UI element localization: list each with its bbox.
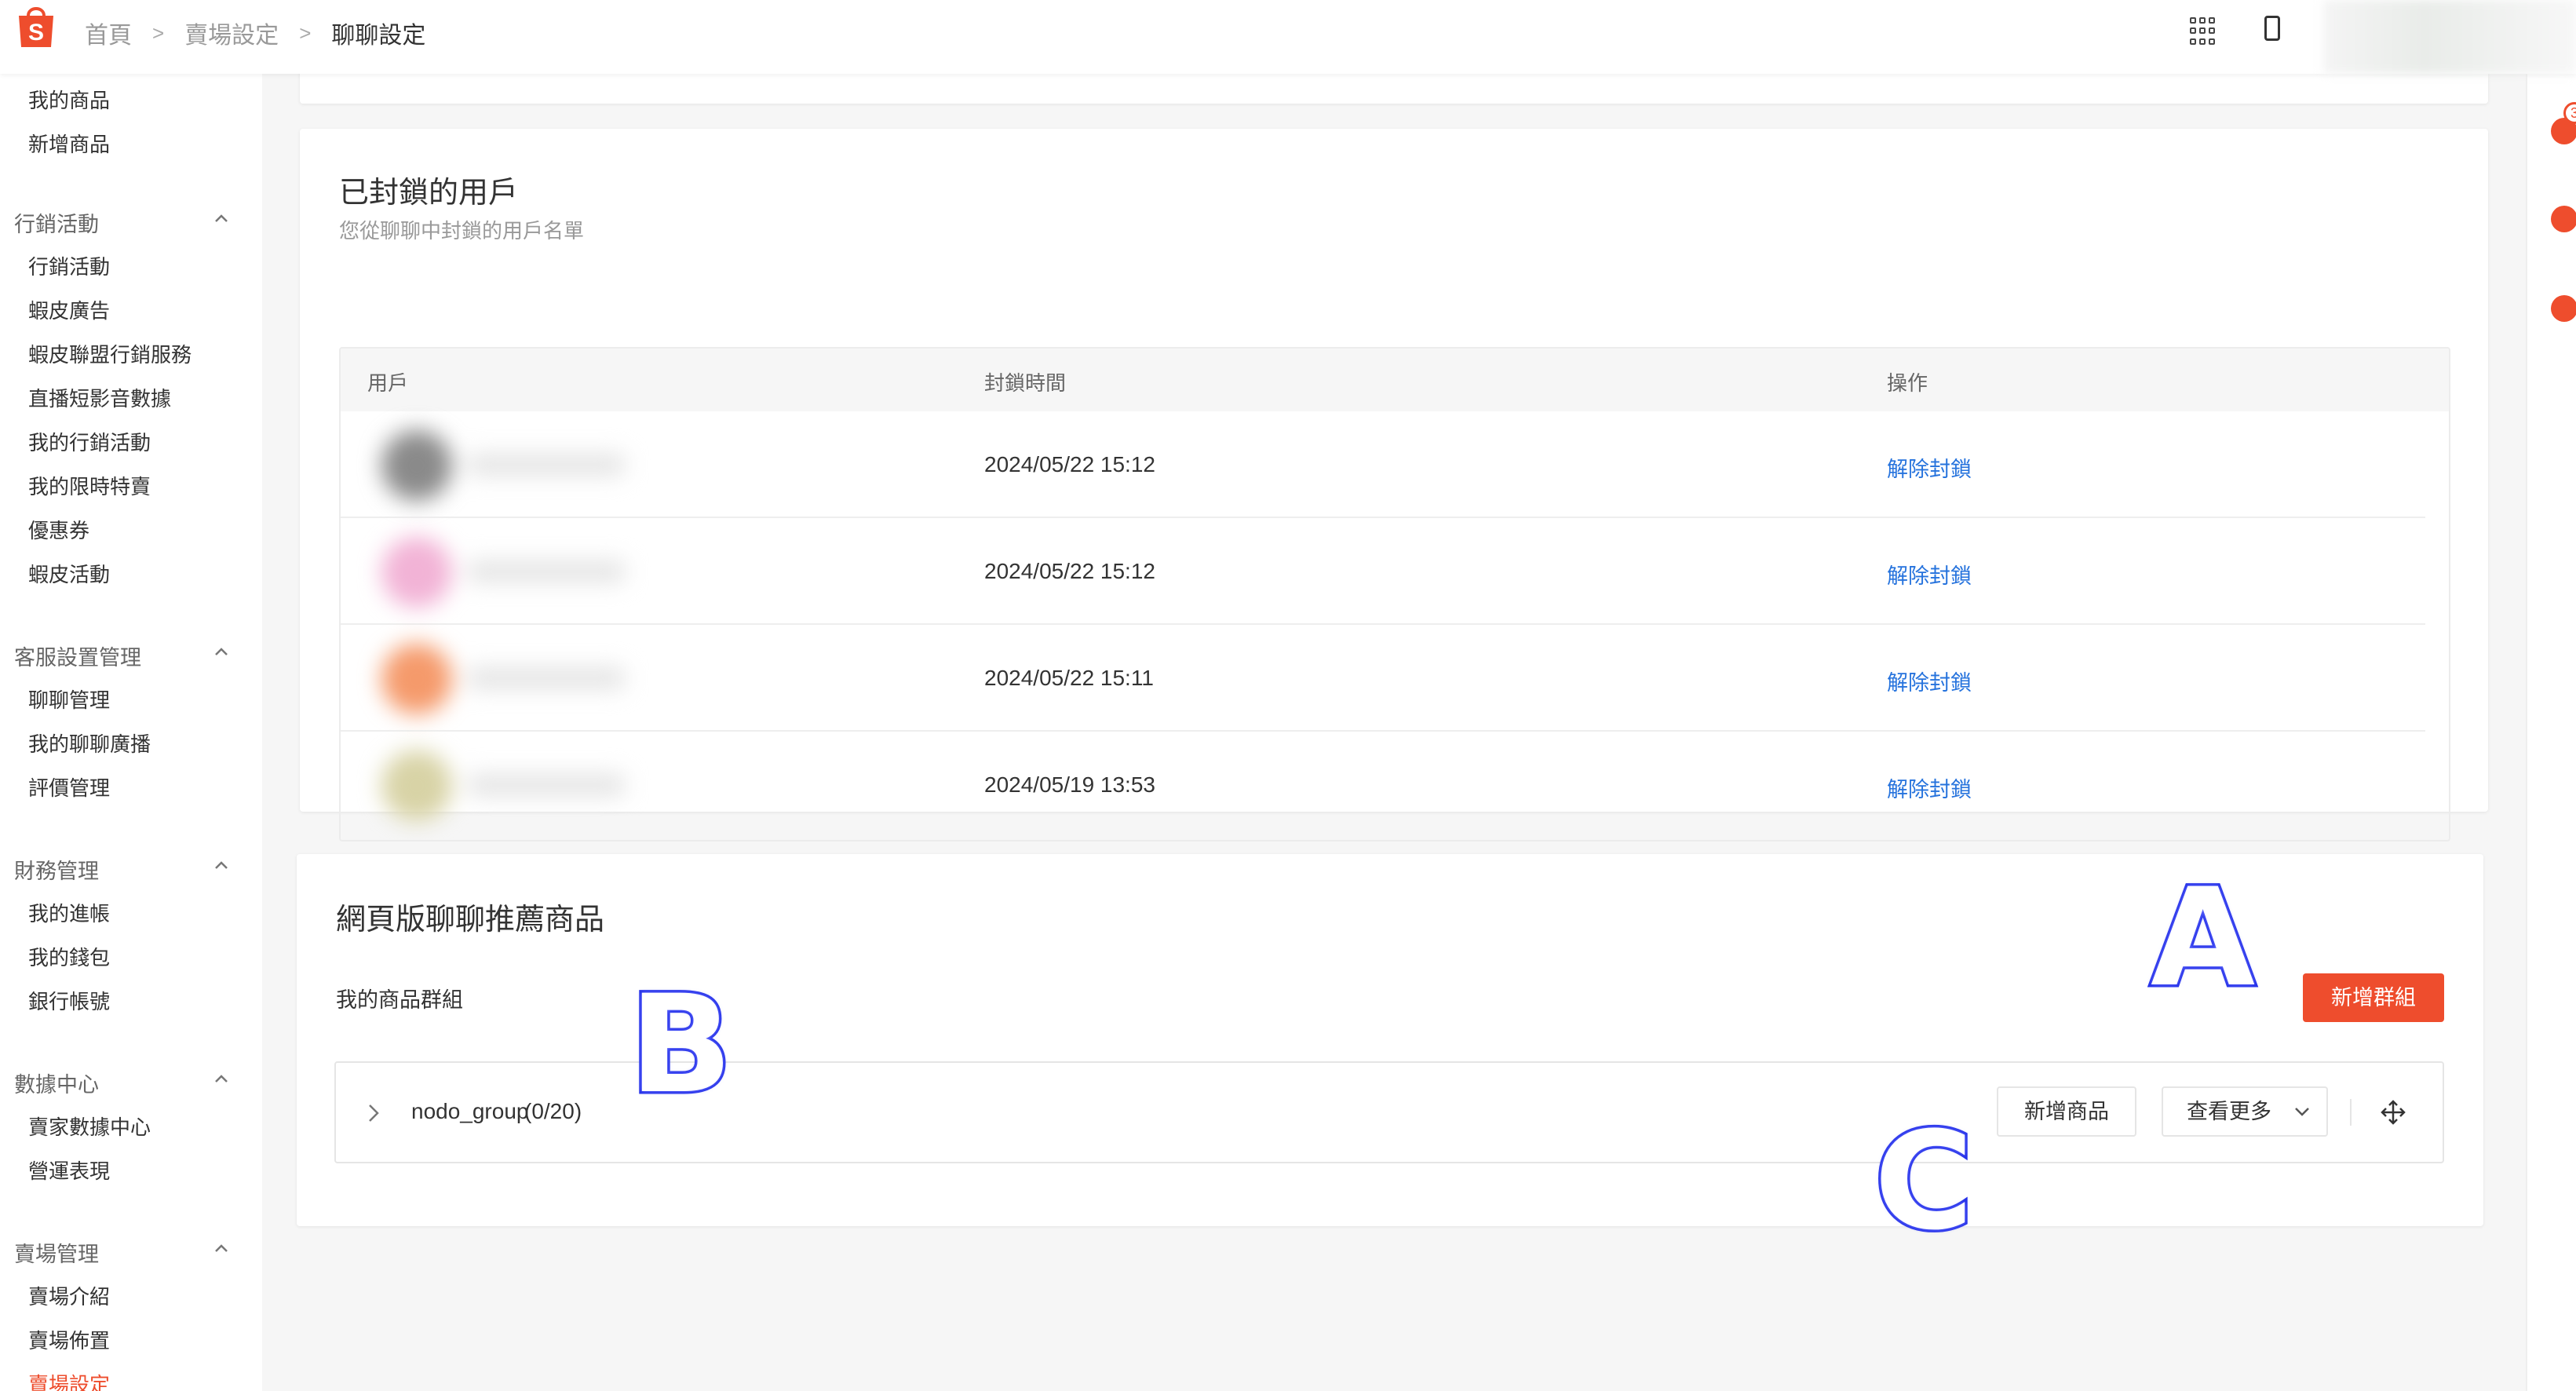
column-header-user: 用戶 bbox=[367, 371, 409, 395]
blocked-time: 2024/05/19 13:53 bbox=[984, 772, 1155, 797]
annotation-label-a: A bbox=[2147, 856, 2257, 1020]
table-row: 2024/05/19 13:53 解除封鎖 bbox=[341, 732, 2449, 838]
blocked-time: 2024/05/22 15:12 bbox=[984, 452, 1155, 476]
sidebar-item-shopee-events[interactable]: 蝦皮活動 bbox=[28, 559, 110, 588]
sidebar-item-shop-decoration[interactable]: 賣場佈置 bbox=[28, 1325, 110, 1354]
chevron-up-icon[interactable] bbox=[213, 644, 229, 659]
sidebar-item-vouchers[interactable]: 優惠券 bbox=[28, 515, 89, 544]
chevron-down-icon bbox=[2295, 1108, 2309, 1116]
chevron-up-icon[interactable] bbox=[213, 1240, 229, 1256]
sidebar-item-marketing[interactable]: 行銷活動 bbox=[28, 251, 110, 280]
svg-text:S: S bbox=[28, 20, 44, 46]
sidebar: 我的商品 新增商品 行銷活動 行銷活動 蝦皮廣告 蝦皮聯盟行銷服務 直播短影音數… bbox=[0, 74, 262, 1391]
right-rail: 3 bbox=[2526, 74, 2576, 1391]
sidebar-item-reviews[interactable]: 評價管理 bbox=[28, 772, 110, 801]
group-count: (0/20) bbox=[524, 1099, 582, 1123]
table-row: 2024/05/22 15:12 解除封鎖 bbox=[341, 411, 2449, 518]
web-recommend-title: 網頁版聊聊推薦商品 bbox=[336, 904, 605, 936]
blocked-users-title: 已封鎖的用戶 bbox=[339, 177, 519, 210]
chevron-up-icon[interactable] bbox=[213, 857, 229, 873]
sidebar-item-flash-sale[interactable]: 我的限時特賣 bbox=[28, 471, 151, 500]
avatar bbox=[381, 430, 452, 501]
chevron-right-icon[interactable] bbox=[366, 1102, 381, 1124]
annotation-label-b: B bbox=[626, 963, 735, 1126]
sidebar-item-chat-broadcast[interactable]: 我的聊聊廣播 bbox=[28, 728, 151, 758]
sidebar-item-my-products[interactable]: 我的商品 bbox=[28, 85, 110, 114]
sidebar-group-marketing[interactable]: 行銷活動 bbox=[14, 207, 99, 238]
breadcrumb-shop-settings[interactable]: 賣場設定 bbox=[184, 16, 279, 50]
blocked-time: 2024/05/22 15:12 bbox=[984, 559, 1155, 583]
sidebar-item-bank-account[interactable]: 銀行帳號 bbox=[28, 986, 110, 1015]
add-product-button[interactable]: 新增商品 bbox=[1997, 1086, 2136, 1137]
account-area-blurred[interactable] bbox=[2323, 0, 2576, 74]
chevron-up-icon[interactable] bbox=[213, 1071, 229, 1086]
annotation-label-c: C bbox=[1871, 1100, 1976, 1263]
user-cell-blurred[interactable] bbox=[350, 526, 821, 617]
mobile-icon[interactable] bbox=[2264, 16, 2280, 41]
sidebar-group-shop-management[interactable]: 賣場管理 bbox=[14, 1237, 99, 1268]
group-name[interactable]: nodo_group bbox=[411, 1099, 528, 1124]
column-header-blocked-time: 封鎖時間 bbox=[984, 371, 1067, 395]
chat-icon[interactable] bbox=[2551, 295, 2576, 322]
view-more-label: 查看更多 bbox=[2187, 1100, 2271, 1123]
divider bbox=[2350, 1099, 2352, 1126]
sidebar-item-shop-profile[interactable]: 賣場介紹 bbox=[28, 1281, 110, 1310]
breadcrumb-home[interactable]: 首頁 bbox=[85, 16, 132, 50]
sidebar-item-performance[interactable]: 營運表現 bbox=[28, 1156, 110, 1185]
table-row: 2024/05/22 15:12 解除封鎖 bbox=[341, 518, 2449, 625]
view-more-dropdown[interactable]: 查看更多 bbox=[2162, 1086, 2328, 1137]
sidebar-item-my-campaigns[interactable]: 我的行銷活動 bbox=[28, 427, 151, 456]
chevron-right-icon: > bbox=[299, 20, 312, 45]
sidebar-item-shop-settings[interactable]: 賣場設定 bbox=[28, 1369, 110, 1391]
column-header-action: 操作 bbox=[1887, 371, 1928, 395]
avatar bbox=[381, 644, 452, 714]
sidebar-group-data-center[interactable]: 數據中心 bbox=[14, 1068, 99, 1098]
sidebar-item-chat-management[interactable]: 聊聊管理 bbox=[28, 685, 110, 714]
blocked-users-card: 已封鎖的用戶 您從聊聊中封鎖的用戶名單 用戶 封鎖時間 操作 2024/05/2… bbox=[300, 129, 2488, 842]
sidebar-item-seller-data-center[interactable]: 賣家數據中心 bbox=[28, 1112, 151, 1141]
chevron-right-icon: > bbox=[152, 20, 165, 45]
avatar bbox=[381, 537, 452, 608]
sidebar-item-shopee-ads[interactable]: 蝦皮廣告 bbox=[28, 295, 110, 324]
user-cell-blurred[interactable] bbox=[350, 739, 821, 831]
breadcrumb-chat-settings: 聊聊設定 bbox=[331, 23, 426, 49]
table-row: 2024/05/22 15:11 解除封鎖 bbox=[341, 625, 2449, 732]
sidebar-item-income[interactable]: 我的進帳 bbox=[28, 898, 110, 927]
user-cell-blurred[interactable] bbox=[350, 419, 821, 510]
breadcrumb: 首頁 > 賣場設定 > 聊聊設定 bbox=[85, 16, 425, 50]
blocked-users-subtitle: 您從聊聊中封鎖的用戶名單 bbox=[339, 219, 585, 243]
top-bar: S 首頁 > 賣場設定 > 聊聊設定 bbox=[0, 0, 2576, 74]
unblock-link[interactable]: 解除封鎖 bbox=[1887, 559, 1972, 590]
avatar bbox=[381, 750, 452, 821]
product-group-label: 我的商品群組 bbox=[336, 988, 463, 1012]
headset-icon[interactable] bbox=[2551, 206, 2576, 232]
unblock-link[interactable]: 解除封鎖 bbox=[1887, 666, 1972, 696]
apps-grid-icon[interactable] bbox=[2190, 17, 2218, 46]
sidebar-item-live-video-data[interactable]: 直播短影音數據 bbox=[28, 383, 171, 412]
sidebar-item-affiliate[interactable]: 蝦皮聯盟行銷服務 bbox=[28, 339, 192, 368]
add-group-button[interactable]: 新增群組 bbox=[2303, 973, 2444, 1022]
unblock-link[interactable]: 解除封鎖 bbox=[1887, 772, 1972, 803]
drag-move-icon[interactable] bbox=[2380, 1099, 2406, 1126]
sidebar-item-wallet[interactable]: 我的錢包 bbox=[28, 942, 110, 971]
chevron-up-icon[interactable] bbox=[213, 210, 229, 226]
sidebar-item-add-product[interactable]: 新增商品 bbox=[28, 129, 110, 158]
blocked-time: 2024/05/22 15:11 bbox=[984, 666, 1154, 690]
user-cell-blurred[interactable] bbox=[350, 633, 821, 724]
blocked-users-table: 用戶 封鎖時間 操作 2024/05/22 15:12 解除封鎖 2024/05… bbox=[339, 347, 2450, 842]
shopee-logo-icon[interactable]: S bbox=[14, 3, 58, 50]
unblock-link[interactable]: 解除封鎖 bbox=[1887, 452, 1972, 483]
sidebar-group-customer-service[interactable]: 客服設置管理 bbox=[14, 641, 141, 671]
sidebar-group-finance[interactable]: 財務管理 bbox=[14, 854, 99, 885]
table-header: 用戶 封鎖時間 操作 bbox=[341, 349, 2449, 411]
